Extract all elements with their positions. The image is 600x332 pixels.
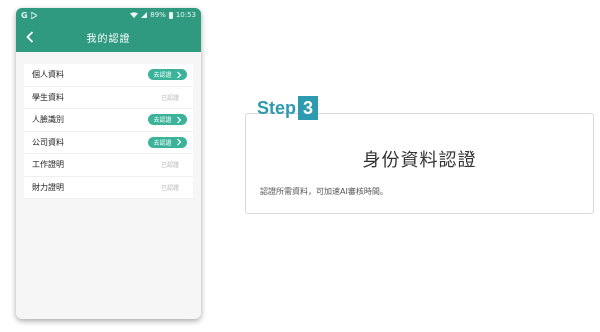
step-card: 身份資料認證 認證所需資料，可加速AI審核時間。 (245, 113, 594, 214)
item-label: 人臉識別 (32, 115, 64, 125)
list-item-student[interactable]: 學生資料 已認證 (24, 86, 193, 109)
chevron-right-icon (176, 116, 181, 124)
carrier-label: G (21, 10, 28, 20)
verify-button-label: 去認證 (153, 117, 172, 125)
signal-icon (141, 12, 148, 18)
verify-button[interactable]: 去認證 (148, 114, 187, 126)
verify-button[interactable]: 去認證 (148, 136, 187, 148)
chevron-right-icon (176, 71, 181, 79)
verified-status: 已認證 (160, 94, 179, 102)
item-label: 財力證明 (32, 182, 64, 192)
verify-button-label: 去認證 (153, 72, 172, 80)
app-bar: 我的認證 (16, 22, 201, 52)
list-item-employment[interactable]: 工作證明 已認證 (24, 154, 193, 177)
battery-percent: 89% (150, 11, 166, 19)
phone-screen: G 89% 10:53 我的認證 個人資料 去認證 學生資料 已認證 人臉識別 … (16, 8, 201, 319)
item-label: 工作證明 (32, 160, 64, 170)
back-button[interactable] (22, 29, 38, 45)
clock: 10:53 (175, 11, 196, 19)
play-store-icon (30, 11, 37, 19)
chevron-left-icon (26, 31, 34, 43)
step-badge: Step 3 (257, 96, 319, 120)
wifi-icon (130, 12, 139, 18)
list-item-financial[interactable]: 財力證明 已認證 (24, 176, 193, 199)
item-label: 公司資料 (32, 137, 64, 147)
list-item-personal[interactable]: 個人資料 去認證 (24, 64, 193, 87)
status-bar: G 89% 10:53 (16, 8, 201, 22)
step-number: 3 (298, 96, 319, 120)
step-title: 身份資料認證 (362, 150, 477, 171)
page-title: 我的認證 (86, 33, 131, 45)
verification-list: 個人資料 去認證 學生資料 已認證 人臉識別 去認證 公司資料 去認證 工作證明… (24, 64, 193, 199)
step-word: Step (257, 97, 297, 118)
item-label: 個人資料 (32, 70, 64, 80)
verify-button[interactable]: 去認證 (148, 69, 187, 81)
chevron-right-icon (176, 138, 181, 146)
verified-status: 已認證 (160, 162, 179, 170)
list-item-face-recognition[interactable]: 人臉識別 去認證 (24, 109, 193, 132)
list-item-company[interactable]: 公司資料 去認證 (24, 131, 193, 154)
verified-status: 已認證 (160, 184, 179, 192)
battery-icon (168, 11, 173, 19)
item-label: 學生資料 (32, 92, 64, 102)
verify-button-label: 去認證 (153, 139, 172, 147)
step-description: 認證所需資料，可加速AI審核時間。 (260, 187, 388, 196)
